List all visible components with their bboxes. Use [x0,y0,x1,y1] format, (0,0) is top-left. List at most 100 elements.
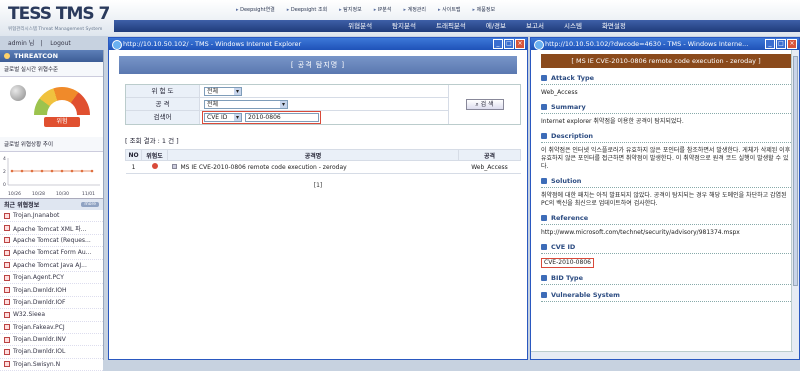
threat-icon [4,287,10,294]
window-titlebar[interactable]: http://10.10.50.102/ - TMS - Windows Int… [109,38,527,50]
threat-icon [4,361,10,368]
list-item[interactable]: Apache Tomcat Form Au... [0,247,103,260]
trend-date: 10/28 [32,191,45,197]
section-heading: Attack Type [541,74,791,85]
list-item[interactable]: Trojan.Dwnldr.IOF [0,297,103,310]
section-heading: Summary [541,103,791,114]
close-icon[interactable]: × [515,39,525,49]
toplink-detect-info[interactable]: 탐지정보 [339,6,361,13]
list-item[interactable]: Trojan.Dwnldr.INV [0,334,103,347]
minimize-icon[interactable]: _ [765,39,775,49]
toplink-product[interactable]: 제품정보 [473,6,495,13]
list-item[interactable]: W32.Sieea [0,309,103,322]
page-title: [ 공격 탐지명 ] [119,56,517,74]
nav-alerts[interactable]: 에/경보 [486,20,506,32]
severity-label: 위 험 도 [126,85,200,97]
horizontal-scrollbar[interactable] [531,351,793,359]
severity-icon [151,163,158,169]
list-item[interactable]: Trojan.Dwnldr.IOL [0,346,103,359]
nav-screen-settings[interactable]: 화면설정 [602,20,626,32]
section-body: 취약점에 대한 패치는 아직 발표되지 않았다. 공격이 탐지되는 경우 해당 … [541,192,787,207]
attack-label: 공 격 [126,98,200,110]
section-body: 이 취약점은 인터넷 익스플로러가 유효하지 않은 포인터를 참조하면서 발생한… [541,147,791,170]
maximize-icon[interactable]: □ [504,39,514,49]
maximize-icon[interactable]: □ [776,39,786,49]
app-logo: TESS TMS 7 [8,4,110,24]
col-header: 위험도 [141,149,168,161]
list-item[interactable]: Trojan.Agent.PCY [0,272,103,285]
section-heading: BID Type [541,274,791,285]
result-table: NO 위험도 공격명 공격 1 MS IE CVE-2010-0806 remo… [125,149,521,174]
vertical-scrollbar[interactable] [791,50,799,359]
logo-subtitle: 위협관리시스템 Threat Management System [8,27,103,32]
toplink-deepsight-connect[interactable]: Deepsight연결 [236,6,275,13]
list-item[interactable]: Trojan.Fakeav.PCJ [0,322,103,334]
threat-icon [4,225,10,232]
list-item[interactable]: Trojan.Jnanabot [0,210,103,223]
more-button[interactable]: more [81,202,99,207]
list-item[interactable]: Trojan.Dwnldr.IOH [0,284,103,297]
search-form: 위 험 도전체 공 격전체 검색어CVE ID2010-0806 ⌕ 검 색 [125,84,521,125]
list-item[interactable]: Apache Tomcat Java AJ... [0,260,103,272]
threat-icon [4,274,10,281]
detail-title: [ MS IE CVE-2010-0806 remote code execut… [541,54,791,68]
nav-system[interactable]: 시스템 [564,20,582,32]
nav-detect-analysis[interactable]: 탐지분석 [392,20,416,32]
section-heading: Vulnerable System [541,291,791,302]
keyword-type-select[interactable]: CVE ID [204,113,242,122]
trend-label: 글로벌 위협상황 추이 [0,137,103,152]
recent-threats-header: 최근 위협정보 more [0,198,103,210]
reference-link[interactable]: http://www.microsoft.com/technet/securit… [541,229,791,237]
checkbox[interactable] [171,163,177,169]
threat-icon [4,237,10,244]
section-heading: Solution [541,177,791,188]
keyword-input[interactable]: 2010-0806 [245,113,319,122]
app-header: TESS TMS 7 위협관리시스템 Threat Management Sys… [0,0,800,36]
pager[interactable]: [1] [109,182,527,189]
attack-detail-window: http://10.10.50.102/?dwcode=4630 - TMS -… [530,37,800,360]
nav-threat-analysis[interactable]: 위협분석 [348,20,372,32]
toplink-ip-analysis[interactable]: IP분석 [374,6,392,13]
logout-link[interactable]: Logout [50,40,71,47]
list-item[interactable]: Apache Tomcat XML 파... [0,222,103,235]
recent-threats-list: Trojan.Jnanabot Apache Tomcat XML 파... A… [0,210,103,371]
gauge-level-label: 위험 [44,117,80,127]
section-heading: Reference [541,214,791,225]
attack-name-link[interactable]: MS IE CVE-2010-0806 remote code executio… [181,164,347,171]
threat-icon [4,262,10,269]
col-header: 공격명 [167,149,459,161]
attack-select[interactable]: 전체 [204,100,288,109]
list-item[interactable]: Apache Tomcat (Reques... [0,235,103,248]
threat-gauge-box: 위험 [0,77,103,137]
minimize-icon[interactable]: _ [493,39,503,49]
nav-reports[interactable]: 보고서 [526,20,544,32]
attack-search-window: http://10.10.50.102/ - TMS - Windows Int… [108,37,528,360]
toplink-sitemap[interactable]: 사이트맵 [438,6,460,13]
moon-icon [10,85,26,101]
keyword-label: 검색어 [126,111,200,124]
main-nav: 위협분석 탐지분석 트래픽분석 에/경보 보고서 시스템 화면설정 [114,20,800,32]
search-button[interactable]: ⌕ 검 색 [465,99,504,110]
threat-icon [4,336,10,343]
severity-select[interactable]: 전체 [204,87,242,96]
trend-chart: 4 2 0 10/26 10/28 10/30 11/01 [0,152,103,198]
trend-date: 10/30 [56,191,69,197]
nav-traffic-analysis[interactable]: 트래픽분석 [436,20,466,32]
table-row[interactable]: 1 MS IE CVE-2010-0806 remote code execut… [125,160,521,174]
left-panel: THREATCON 글로벌 실시간 위협수준 위험 글로벌 위협상황 추이 4 … [0,50,104,371]
col-header: NO [125,149,142,161]
threat-icon [4,348,10,355]
window-titlebar[interactable]: http://10.10.50.102/?dwcode=4630 - TMS -… [531,38,799,50]
threat-icon [4,212,10,219]
threatcon-title: THREATCON [0,50,103,62]
toplink-account[interactable]: 계정관리 [404,6,426,13]
close-icon[interactable]: × [787,39,797,49]
section-body: Internet explorer 취약점을 이용한 공격이 탐지되었다. [541,118,684,125]
list-item[interactable]: Trojan.Swisyn.N [0,359,103,371]
section-heading: CVE ID [541,243,791,254]
col-header: 공격 [458,149,521,161]
toplink-deepsight-query[interactable]: Deepsight 조회 [287,6,327,13]
trend-ytick: 4 [3,156,6,162]
section-heading: Description [541,132,791,143]
trend-ytick: 2 [3,169,6,175]
